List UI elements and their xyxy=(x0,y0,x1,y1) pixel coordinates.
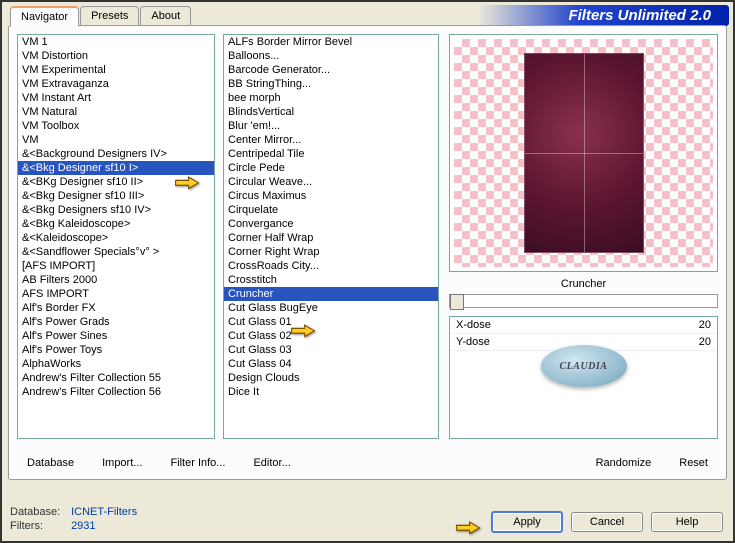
param-row[interactable]: Y-dose 20 xyxy=(450,334,717,351)
preview-pane xyxy=(449,34,718,272)
list-item[interactable]: Alf's Power Sines xyxy=(18,329,214,343)
link-randomize[interactable]: Randomize xyxy=(596,457,652,469)
list-item[interactable]: Andrew's Filter Collection 56 xyxy=(18,385,214,399)
list-item[interactable]: Blur 'em!... xyxy=(224,119,438,133)
list-item[interactable]: bee morph xyxy=(224,91,438,105)
list-item[interactable]: Circus Maximus xyxy=(224,189,438,203)
param-name: X-dose xyxy=(456,319,491,331)
watermark: CLAUDIA xyxy=(541,345,627,387)
list-item[interactable]: Cirquelate xyxy=(224,203,438,217)
list-item[interactable]: Cut Glass 01 xyxy=(224,315,438,329)
list-item[interactable]: Cut Glass 03 xyxy=(224,343,438,357)
list-item[interactable]: CrossRoads City... xyxy=(224,259,438,273)
list-item[interactable]: VM Distortion xyxy=(18,49,214,63)
tab-about[interactable]: About xyxy=(140,6,191,27)
list-item[interactable]: Convergance xyxy=(224,217,438,231)
list-item[interactable]: Alf's Power Grads xyxy=(18,315,214,329)
list-item[interactable]: Andrew's Filter Collection 55 xyxy=(18,371,214,385)
list-item[interactable]: Cut Glass 02 xyxy=(224,329,438,343)
category-list[interactable]: VM 1VM DistortionVM ExperimentalVM Extra… xyxy=(17,34,215,439)
link-import[interactable]: Import... xyxy=(102,457,142,469)
main-panel: VM 1VM DistortionVM ExperimentalVM Extra… xyxy=(8,25,727,480)
list-item[interactable]: ALFs Border Mirror Bevel xyxy=(224,35,438,49)
param-row[interactable]: X-dose 20 xyxy=(450,317,717,334)
list-item[interactable]: Alf's Power Toys xyxy=(18,343,214,357)
slider-thumb[interactable] xyxy=(450,294,464,310)
preview-image xyxy=(524,53,644,253)
parameter-list: X-dose 20 Y-dose 20 CLAUDIA xyxy=(449,316,718,439)
link-editor[interactable]: Editor... xyxy=(253,457,290,469)
param-name: Y-dose xyxy=(456,336,490,348)
list-item[interactable]: Crosstitch xyxy=(224,273,438,287)
left-links: Database Import... Filter Info... Editor… xyxy=(27,457,291,469)
list-item[interactable]: Cut Glass 04 xyxy=(224,357,438,371)
list-item[interactable]: Dice It xyxy=(224,385,438,399)
list-item[interactable]: &<Bkg Kaleidoscope> xyxy=(18,217,214,231)
tab-presets[interactable]: Presets xyxy=(80,6,139,27)
link-reset[interactable]: Reset xyxy=(679,457,708,469)
list-item[interactable]: &<Bkg Designer sf10 I> xyxy=(18,161,214,175)
list-item[interactable]: BlindsVertical xyxy=(224,105,438,119)
filter-list[interactable]: ALFs Border Mirror BevelBalloons...Barco… xyxy=(223,34,439,439)
apply-button[interactable]: Apply xyxy=(491,511,563,533)
list-item[interactable]: Cut Glass BugEye xyxy=(224,301,438,315)
list-item[interactable]: VM Natural xyxy=(18,105,214,119)
button-row: Apply Cancel Help xyxy=(491,511,723,533)
list-item[interactable]: Centripedal Tile xyxy=(224,147,438,161)
tab-navigator[interactable]: Navigator xyxy=(10,6,79,27)
list-item[interactable]: Circular Weave... xyxy=(224,175,438,189)
list-item[interactable]: VM 1 xyxy=(18,35,214,49)
list-item[interactable]: Corner Right Wrap xyxy=(224,245,438,259)
tab-bar: Navigator Presets About xyxy=(10,6,191,27)
link-database[interactable]: Database xyxy=(27,457,74,469)
list-item[interactable]: &<BKg Designer sf10 II> xyxy=(18,175,214,189)
param-value: 20 xyxy=(699,319,711,331)
list-item[interactable]: AFS IMPORT xyxy=(18,287,214,301)
cancel-button[interactable]: Cancel xyxy=(571,512,643,532)
list-item[interactable]: Corner Half Wrap xyxy=(224,231,438,245)
list-item[interactable]: VM Instant Art xyxy=(18,91,214,105)
list-item[interactable]: Design Clouds xyxy=(224,371,438,385)
list-item[interactable]: VM xyxy=(18,133,214,147)
list-item[interactable]: Circle Pede xyxy=(224,161,438,175)
list-item[interactable]: VM Toolbox xyxy=(18,119,214,133)
list-item[interactable]: Center Mirror... xyxy=(224,133,438,147)
link-filter-info[interactable]: Filter Info... xyxy=(170,457,225,469)
list-item[interactable]: &<Bkg Designer sf10 III> xyxy=(18,189,214,203)
param-value: 20 xyxy=(699,336,711,348)
progress-slider[interactable] xyxy=(449,294,718,308)
list-item[interactable]: &<Bkg Designers sf10 IV> xyxy=(18,203,214,217)
current-filter-name: Cruncher xyxy=(449,278,718,290)
list-item[interactable]: Barcode Generator... xyxy=(224,63,438,77)
footer-info: Database: ICNET-Filters Filters: 2931 xyxy=(10,505,137,533)
list-item[interactable]: Balloons... xyxy=(224,49,438,63)
list-item[interactable]: Alf's Border FX xyxy=(18,301,214,315)
right-links: Randomize Reset xyxy=(596,457,708,469)
list-item[interactable]: &<Kaleidoscope> xyxy=(18,231,214,245)
app-title: Filters Unlimited 2.0 xyxy=(478,5,729,26)
help-button[interactable]: Help xyxy=(651,512,723,532)
list-item[interactable]: [AFS IMPORT] xyxy=(18,259,214,273)
list-item[interactable]: VM Experimental xyxy=(18,63,214,77)
list-item[interactable]: &<Background Designers IV> xyxy=(18,147,214,161)
list-item[interactable]: AlphaWorks xyxy=(18,357,214,371)
list-item[interactable]: &<Sandflower Specials°v° > xyxy=(18,245,214,259)
list-item[interactable]: Cruncher xyxy=(224,287,438,301)
list-item[interactable]: BB StringThing... xyxy=(224,77,438,91)
list-item[interactable]: AB Filters 2000 xyxy=(18,273,214,287)
list-item[interactable]: VM Extravaganza xyxy=(18,77,214,91)
